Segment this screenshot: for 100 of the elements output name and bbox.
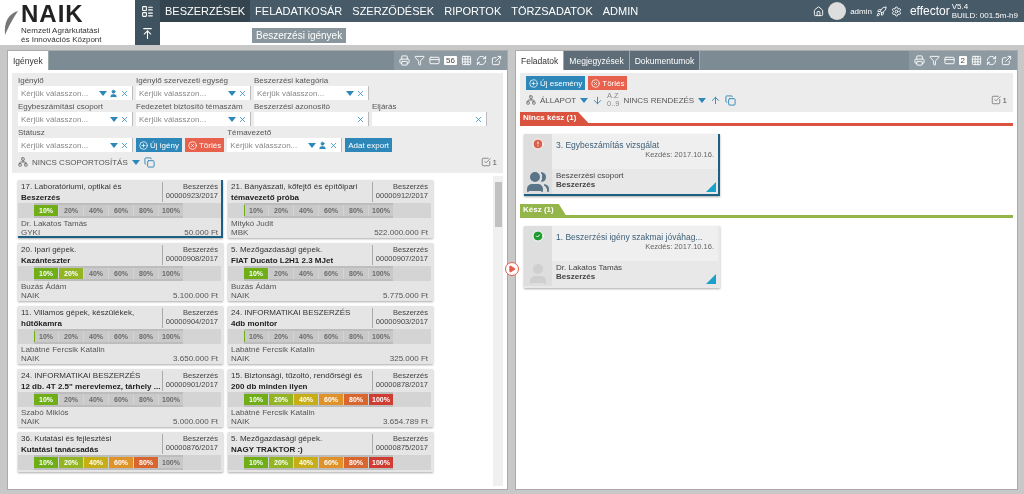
grouping-dropdown[interactable]: NINCS CSOPORTOSÍTÁS (32, 157, 128, 167)
filter-icon[interactable] (928, 55, 940, 66)
card-title: 20. Ipari gépek. (21, 245, 78, 254)
nav-tab[interactable]: SZERZŐDÉSEK (347, 0, 440, 22)
card-org: NAIK (21, 417, 40, 425)
card-org: NAIK (231, 354, 250, 362)
menu-icon[interactable] (141, 4, 154, 18)
task-assignee: Beszerzési csoport (556, 171, 624, 180)
count-toggle[interactable]: 2 (958, 56, 967, 65)
card-amount: 5.100.000 Ft (173, 291, 218, 299)
clear-icon[interactable] (474, 114, 483, 124)
print-icon[interactable] (399, 55, 411, 66)
person-icon[interactable] (318, 140, 328, 150)
nav-tab[interactable]: ADMIN (597, 0, 644, 22)
selected-count: 1 (1002, 95, 1007, 105)
task-category: Beszerzés (556, 272, 596, 281)
add-button[interactable]: Új esemény (526, 76, 586, 90)
card-org: NAIK (231, 291, 250, 299)
group-header: Nincs kész (1) (520, 112, 589, 123)
panel-tab[interactable]: Megjegyzések (564, 51, 630, 70)
nav-tab[interactable]: FELADATKOSÁR (250, 0, 348, 22)
card-view-icon[interactable] (943, 55, 955, 66)
select-field[interactable]: Kérjük válasszon... (227, 138, 343, 152)
field-label: Igénylő szervezeti egység (136, 76, 230, 86)
export-button[interactable]: Adat export (345, 138, 393, 152)
clear-icon[interactable] (329, 140, 339, 150)
caret-icon (698, 97, 707, 103)
card-title: 24. INFORMATIKAI BESZERZÉS (231, 308, 352, 317)
refresh-icon[interactable] (476, 55, 487, 66)
panel-tab[interactable]: Dokumentumok (629, 51, 701, 70)
checkbox-icon[interactable] (480, 157, 491, 167)
caret-icon (228, 116, 236, 122)
clear-icon[interactable] (120, 140, 129, 150)
logo-name: NAIK (21, 1, 85, 26)
card-person: Mitykó Judit (231, 219, 275, 228)
copy-icon[interactable] (143, 156, 155, 168)
field-label: Igénylő (18, 76, 45, 86)
settings-icon[interactable] (890, 5, 902, 17)
group-header: Kész (1) (520, 204, 566, 215)
brand-name: effector (909, 4, 950, 18)
clear-icon[interactable] (120, 114, 129, 124)
add-button[interactable]: Új igény (136, 138, 182, 152)
external-link-icon[interactable] (1001, 55, 1012, 66)
close-icon (591, 78, 601, 88)
grouping-icon (526, 95, 536, 105)
select-field[interactable]: Kérjük válasszon... (136, 112, 251, 126)
nav-tab[interactable]: TÖRZSADATOK (506, 0, 598, 22)
select-field[interactable]: Kérjük válasszon... (18, 112, 133, 126)
grid-icon[interactable] (461, 55, 472, 66)
clear-icon[interactable] (238, 88, 247, 98)
nav-tab[interactable]: BESZERZÉSEK (160, 0, 251, 22)
count-toggle[interactable]: 56 (444, 56, 457, 65)
grouping-dropdown[interactable]: ÁLLAPOT (540, 95, 576, 105)
collapse-icon[interactable] (141, 27, 154, 41)
home-icon[interactable] (813, 5, 825, 17)
person-icon[interactable] (109, 88, 118, 98)
user-avatar[interactable] (828, 2, 847, 20)
card-subtitle: Kutatási tanácsadás (21, 445, 100, 454)
input-field[interactable] (254, 112, 369, 126)
select-field[interactable]: Kérjük válasszon... (18, 86, 133, 100)
input-field[interactable] (372, 112, 487, 126)
grouping-icon (18, 157, 28, 167)
clear-icon[interactable] (356, 88, 365, 98)
card-person: Labátné Fercsik Katalin (231, 408, 316, 417)
grid-icon[interactable] (971, 55, 982, 66)
card-title: 24. INFORMATIKAI BESZERZÉS (21, 371, 142, 380)
field-label: Beszerzési azonosító (254, 102, 332, 112)
plus-icon (139, 140, 148, 150)
filter-icon[interactable] (414, 55, 426, 66)
card-amount: 522.000.000 Ft (374, 228, 428, 236)
task-title: 1. Beszerzési igény szakmai jóváhag... (556, 232, 704, 242)
clear-icon[interactable] (120, 88, 129, 98)
card-subtitle: témavezető próba (231, 193, 301, 202)
sort-up-icon[interactable] (710, 94, 722, 106)
select-field[interactable]: Kérjük válasszon... (136, 86, 251, 100)
card-title: 15. Biztonsági, tűzoltó, rendőrségi és (231, 371, 364, 380)
copy-icon[interactable] (725, 94, 737, 106)
card-view-icon[interactable] (429, 55, 441, 66)
nav-tab[interactable]: RIPORTOK (439, 0, 507, 22)
select-field[interactable]: Kérjük válasszon... (254, 86, 369, 100)
caret-icon (346, 90, 354, 96)
refresh-icon[interactable] (986, 55, 997, 66)
sorting-dropdown[interactable]: NINCS RENDEZÉS (623, 95, 695, 105)
clear-icon[interactable] (238, 114, 247, 124)
panel-tab[interactable]: Feladatok (516, 51, 565, 70)
clear-icon[interactable] (356, 114, 365, 124)
print-icon[interactable] (913, 55, 925, 66)
card-person: Labátné Fercsik Katalin (21, 345, 106, 354)
build-label: BUILD: 001.5m-h9 (951, 11, 1018, 20)
card-title: 5. Mezőgazdasági gépek. (231, 245, 324, 254)
card-subtitle: 12 db. 4T 2.5" merevlemez, tárhely ... (21, 382, 162, 391)
rocket-icon[interactable] (875, 5, 887, 17)
select-field[interactable]: Kérjük válasszon... (18, 138, 133, 152)
card-person: Dr. Lakatos Tamás (21, 219, 89, 228)
panel-tab[interactable]: Igények (8, 51, 49, 70)
sort-down-icon[interactable] (592, 94, 603, 106)
caret-icon (228, 90, 236, 96)
external-link-icon[interactable] (491, 55, 502, 66)
checkbox-icon[interactable] (990, 95, 1001, 105)
scrollbar[interactable] (493, 176, 503, 486)
